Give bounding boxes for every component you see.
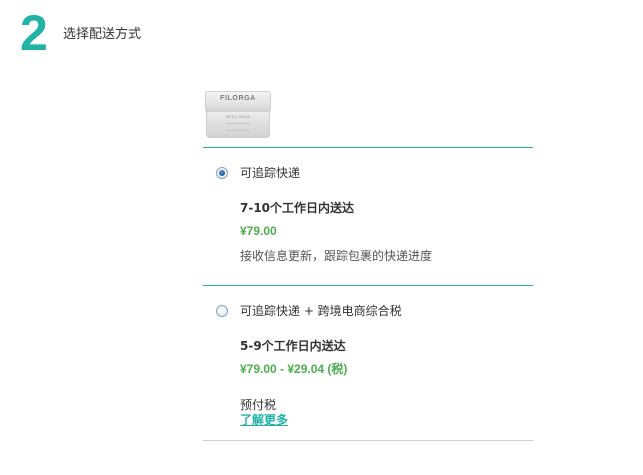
product-sub-label: MESO-MASK	[225, 115, 251, 119]
learn-more-link[interactable]: 了解更多	[240, 413, 288, 427]
divider	[203, 440, 533, 441]
divider	[203, 285, 533, 286]
step-number: 2	[20, 5, 48, 61]
step-title: 选择配送方式	[63, 27, 142, 42]
radio-tracked-shipping[interactable]	[216, 167, 228, 179]
jar-lid: FILORGA	[205, 91, 271, 111]
shipping-price: ¥79.00 - ¥29.04 (税)	[240, 362, 348, 376]
delivery-time: 7-10个工作日内送达	[240, 201, 355, 215]
shipping-option-label[interactable]: 可追踪快递	[240, 166, 300, 180]
shipping-option-label[interactable]: 可追踪快递 + 跨境电商综合税	[240, 304, 402, 318]
jar-base: MESO-MASK	[206, 111, 270, 138]
shipping-price: ¥79.00	[240, 224, 277, 238]
shipping-description: 接收信息更新，跟踪包裹的快递进度	[240, 249, 433, 263]
product-brand-logo: FILORGA	[220, 95, 256, 102]
product-thumbnail: FILORGA MESO-MASK	[203, 88, 273, 142]
label-lines	[226, 123, 250, 131]
divider	[203, 147, 533, 148]
radio-tracked-shipping-with-tax[interactable]	[216, 305, 228, 317]
prepaid-tax-label: 预付税	[240, 398, 277, 412]
delivery-time: 5-9个工作日内送达	[240, 339, 346, 353]
shipping-method-section: 2 选择配送方式 FILORGA MESO-MASK 可追踪快递 7-10个工作…	[0, 0, 643, 475]
